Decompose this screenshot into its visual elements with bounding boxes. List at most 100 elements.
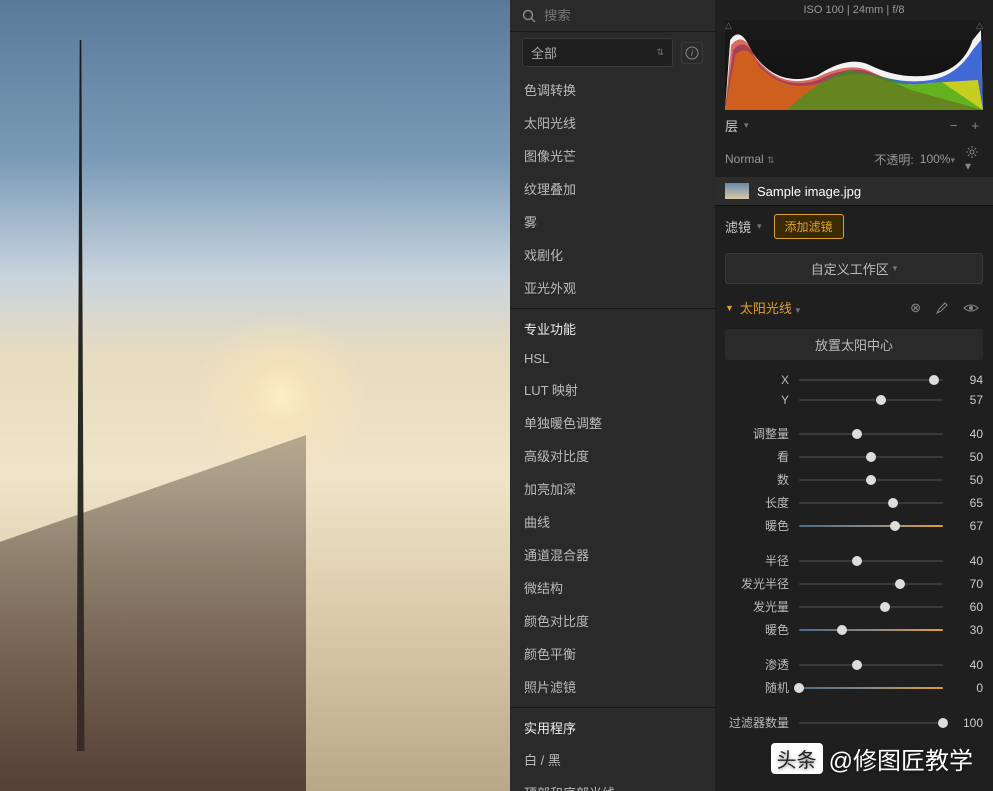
filter-list-item[interactable]: 太阳光线: [510, 106, 715, 139]
filter-list-item[interactable]: 照片滤镜: [510, 670, 715, 703]
slider-thumb[interactable]: [794, 683, 804, 693]
layer-item[interactable]: Sample image.jpg: [715, 177, 993, 205]
slider-value[interactable]: 40: [953, 658, 983, 672]
slider-thumb[interactable]: [929, 375, 939, 385]
filter-list-item[interactable]: 白 / 黑: [510, 743, 715, 776]
slider-track[interactable]: [799, 629, 943, 631]
chevron-down-icon[interactable]: ▾: [757, 221, 762, 232]
filter-panel-label: 滤镜: [725, 217, 751, 236]
filter-category-select[interactable]: 全部 ⇅: [522, 38, 673, 67]
slider-thumb[interactable]: [852, 429, 862, 439]
slider-value[interactable]: 94: [953, 373, 983, 387]
highlight-clip-icon[interactable]: △: [976, 20, 983, 31]
filter-list-item[interactable]: 颜色平衡: [510, 637, 715, 670]
slider-track[interactable]: [799, 502, 943, 504]
slider-value[interactable]: 57: [953, 393, 983, 407]
remove-layer-button[interactable]: −: [946, 118, 962, 133]
image-preview[interactable]: [0, 0, 510, 791]
section-pro-header: 专业功能: [510, 308, 715, 344]
slider-thumb[interactable]: [880, 602, 890, 612]
search-input[interactable]: [544, 8, 715, 23]
slider-value[interactable]: 100: [953, 716, 983, 730]
filter-list-item[interactable]: 戏剧化: [510, 238, 715, 271]
effect-name: 太阳光线 ▾: [740, 298, 900, 317]
slider-thumb[interactable]: [895, 579, 905, 589]
slider-value[interactable]: 50: [953, 450, 983, 464]
slider-track[interactable]: [799, 479, 943, 481]
slider-track[interactable]: [799, 525, 943, 527]
opacity-value[interactable]: 100%▾: [920, 152, 955, 166]
slider-thumb[interactable]: [852, 556, 862, 566]
slider-thumb[interactable]: [866, 452, 876, 462]
eye-icon[interactable]: [959, 302, 983, 314]
slider-value[interactable]: 0: [953, 681, 983, 695]
slider-label: 发光半径: [725, 575, 789, 592]
slider-value[interactable]: 40: [953, 427, 983, 441]
slider-label: 长度: [725, 494, 789, 511]
chevron-down-icon[interactable]: ▾: [744, 120, 749, 131]
filter-list-item[interactable]: LUT 映射: [510, 373, 715, 406]
add-layer-button[interactable]: +: [967, 118, 983, 133]
filter-list-item[interactable]: 雾: [510, 205, 715, 238]
slider-value[interactable]: 50: [953, 473, 983, 487]
add-filter-button[interactable]: 添加滤镜: [774, 214, 844, 239]
filter-list-item[interactable]: 纹理叠加: [510, 172, 715, 205]
collapse-icon[interactable]: ▼: [725, 303, 734, 313]
filter-list-item[interactable]: 色调转换: [510, 73, 715, 106]
filter-list-item[interactable]: 顶部和底部光线: [510, 776, 715, 791]
filter-list-item[interactable]: 通道混合器: [510, 538, 715, 571]
slider-track[interactable]: [799, 379, 943, 381]
slider-value[interactable]: 67: [953, 519, 983, 533]
slider-value[interactable]: 60: [953, 600, 983, 614]
slider-track[interactable]: [799, 583, 943, 585]
place-sun-button[interactable]: 放置太阳中心: [725, 329, 983, 360]
filter-list-item[interactable]: 单独暖色调整: [510, 406, 715, 439]
slider-label: 暖色: [725, 517, 789, 534]
blend-mode-select[interactable]: Normal ⇅: [725, 152, 775, 166]
slider-track[interactable]: [799, 687, 943, 689]
brush-icon[interactable]: [931, 301, 953, 315]
filter-list-item[interactable]: 曲线: [510, 505, 715, 538]
workspace-select[interactable]: 自定义工作区▾: [725, 253, 983, 284]
properties-panel: ISO 100 | 24mm | f/8 △ △ 层 ▾ − + Normal …: [715, 0, 993, 791]
slider-thumb[interactable]: [837, 625, 847, 635]
slider-thumb[interactable]: [890, 521, 900, 531]
slider-row: 随机 0: [725, 676, 983, 699]
slider-value[interactable]: 40: [953, 554, 983, 568]
slider-label: 半径: [725, 552, 789, 569]
slider-track[interactable]: [799, 399, 943, 401]
filter-list-item[interactable]: 亚光外观: [510, 271, 715, 304]
slider-track[interactable]: [799, 560, 943, 562]
slider-value[interactable]: 70: [953, 577, 983, 591]
slider-thumb[interactable]: [876, 395, 886, 405]
filter-list-item[interactable]: 加亮加深: [510, 472, 715, 505]
slider-track[interactable]: [799, 433, 943, 435]
filter-list-item[interactable]: 微结构: [510, 571, 715, 604]
slider-row: 长度 65: [725, 491, 983, 514]
slider-value[interactable]: 30: [953, 623, 983, 637]
slider-value[interactable]: 65: [953, 496, 983, 510]
slider-thumb[interactable]: [852, 660, 862, 670]
svg-text:i: i: [691, 48, 694, 58]
filter-list-item[interactable]: 高级对比度: [510, 439, 715, 472]
slider-track[interactable]: [799, 606, 943, 608]
shadow-clip-icon[interactable]: △: [725, 20, 732, 31]
histogram[interactable]: △ △: [725, 20, 983, 110]
info-button[interactable]: i: [681, 42, 703, 64]
slider-track[interactable]: [799, 722, 943, 724]
slider-label: 调整量: [725, 425, 789, 442]
filter-list-item[interactable]: HSL: [510, 344, 715, 373]
slider-thumb[interactable]: [888, 498, 898, 508]
slider-track[interactable]: [799, 664, 943, 666]
filter-list-item[interactable]: 颜色对比度: [510, 604, 715, 637]
reset-icon[interactable]: ⊗: [906, 300, 925, 316]
slider-label: 随机: [725, 679, 789, 696]
slider-thumb[interactable]: [866, 475, 876, 485]
exif-info: ISO 100 | 24mm | f/8: [715, 0, 993, 20]
search-icon: [522, 9, 536, 23]
filter-list-panel: 全部 ⇅ i 色调转换太阳光线图像光芒纹理叠加雾戏剧化亚光外观 专业功能 HSL…: [510, 0, 715, 791]
slider-thumb[interactable]: [938, 718, 948, 728]
filter-list-item[interactable]: 图像光芒: [510, 139, 715, 172]
gear-icon[interactable]: ▾: [961, 145, 983, 173]
slider-track[interactable]: [799, 456, 943, 458]
